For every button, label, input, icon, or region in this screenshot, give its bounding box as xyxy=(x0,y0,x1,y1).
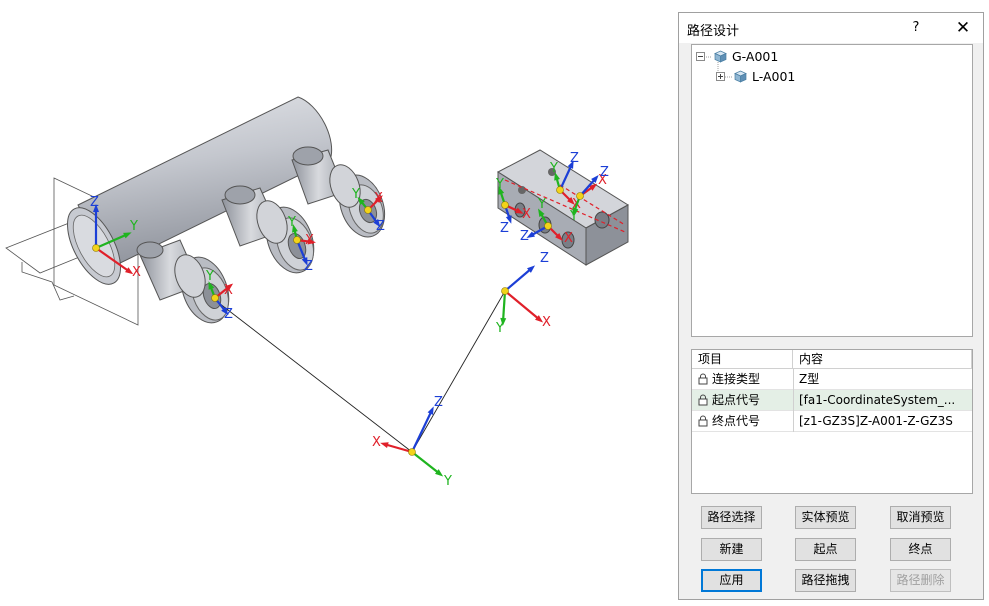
origin-point-icon xyxy=(544,222,552,230)
grid-cell-value[interactable]: [fa1-CoordinateSystem_... xyxy=(799,390,969,410)
origin-point-icon xyxy=(501,287,509,295)
y-axis-label: Y xyxy=(569,209,578,224)
assembly-cube-icon xyxy=(714,50,727,63)
z-axis-label: Z xyxy=(376,219,385,234)
x-axis-label: X xyxy=(564,231,573,246)
x-axis-label: X xyxy=(542,315,551,330)
grid-row[interactable]: 连接类型 Z型 xyxy=(692,369,972,390)
path-tree[interactable]: G-A001 L-A001 xyxy=(691,44,973,337)
x-axis-label: X xyxy=(224,283,233,298)
grid-cell-value[interactable]: Z型 xyxy=(799,369,969,389)
path-design-dialog: 路径设计 ? ✕ G-A001 L-A001 项目 内容 连接类型 Z型 起点代… xyxy=(678,12,984,600)
z-axis-label: Z xyxy=(570,151,579,166)
new-button[interactable]: 新建 xyxy=(701,538,762,561)
grid-cell-name: 终点代号 xyxy=(712,414,761,428)
dialog-title: 路径设计 xyxy=(687,24,740,39)
coordinate-triad: X Y Z xyxy=(372,395,452,489)
tree-label-root: G-A001 xyxy=(732,49,779,64)
start-point-button[interactable]: 起点 xyxy=(795,538,856,561)
3d-viewport[interactable]: XYZXYZXYZXYZXYZXYZXYZXYZXYZXYZ xyxy=(0,0,676,606)
end-point-button[interactable]: 终点 xyxy=(890,538,951,561)
grid-cell-value[interactable]: [z1-GZ3S]Z-A001-Z-GZ3S xyxy=(799,411,969,431)
z-axis-label: Z xyxy=(500,221,509,236)
x-axis-label: X xyxy=(372,435,381,450)
z-axis-label: Z xyxy=(434,395,443,410)
x-axis-label: X xyxy=(305,233,314,248)
origin-point-icon xyxy=(92,244,100,252)
y-axis-arrow xyxy=(501,290,507,323)
property-grid[interactable]: 项目 内容 连接类型 Z型 起点代号 [fa1-CoordinateSystem… xyxy=(691,349,973,494)
coordinate-triad: X Y Z xyxy=(495,251,551,336)
origin-point-icon xyxy=(408,448,416,456)
grid-row[interactable]: 终点代号 [z1-GZ3S]Z-A001-Z-GZ3S xyxy=(692,411,972,432)
z-axis-label: Z xyxy=(90,195,99,210)
origin-point-icon xyxy=(576,192,584,200)
x-axis-arrow xyxy=(504,290,541,321)
z-axis-arrow xyxy=(411,409,433,453)
y-axis-label: Y xyxy=(495,321,504,336)
x-axis-label: X xyxy=(522,207,531,222)
grid-cell-name: 起点代号 xyxy=(712,393,761,407)
z-axis-label: Z xyxy=(520,229,529,244)
x-axis-label: X xyxy=(132,265,141,280)
y-axis-label: Y xyxy=(205,269,214,284)
y-axis-label: Y xyxy=(549,161,558,176)
nozzle-1 xyxy=(136,239,230,324)
assembly-cube-icon xyxy=(734,70,747,83)
solid-preview-button[interactable]: 实体预览 xyxy=(795,506,856,529)
lock-icon xyxy=(698,394,708,406)
apply-button[interactable]: 应用 xyxy=(701,569,762,592)
z-axis-label: Z xyxy=(600,165,609,180)
y-axis-arrow xyxy=(411,451,441,475)
column-header-content[interactable]: 内容 xyxy=(793,350,972,369)
lock-icon xyxy=(698,415,708,427)
y-axis-label: Y xyxy=(287,215,296,230)
column-divider xyxy=(793,369,794,432)
grid-row[interactable]: 起点代号 [fa1-CoordinateSystem_... xyxy=(692,390,972,411)
y-axis-label: Y xyxy=(129,219,138,234)
z-axis-label: Z xyxy=(304,259,313,274)
z-axis-label: Z xyxy=(224,307,233,322)
collapse-icon[interactable] xyxy=(696,52,705,61)
y-axis-label: Y xyxy=(351,187,360,202)
z-arrowhead-icon xyxy=(427,406,434,415)
y-axis-label: Y xyxy=(537,197,546,212)
x-axis-arrow xyxy=(383,442,413,454)
origin-point-icon xyxy=(556,186,564,194)
x-axis-label: X xyxy=(374,191,383,206)
cancel-preview-button[interactable]: 取消预览 xyxy=(890,506,951,529)
z-axis-arrow xyxy=(504,267,533,292)
y-axis-label: Y xyxy=(495,177,504,192)
path-delete-button: 路径删除 xyxy=(890,569,951,592)
path-select-button[interactable]: 路径选择 xyxy=(701,506,762,529)
grid-cell-name: 连接类型 xyxy=(712,372,761,386)
dialog-titlebar: 路径设计 ? ✕ xyxy=(679,13,983,43)
origin-point-icon xyxy=(293,236,301,244)
y-axis-label: Y xyxy=(443,474,452,489)
close-button[interactable]: ✕ xyxy=(951,16,975,40)
tree-label-child: L-A001 xyxy=(752,69,796,84)
origin-point-icon xyxy=(211,294,219,302)
lock-icon xyxy=(698,373,708,385)
help-button[interactable]: ? xyxy=(905,17,927,39)
z-axis-label: Z xyxy=(540,251,549,266)
path-drag-button[interactable]: 路径拖拽 xyxy=(795,569,856,592)
column-header-item[interactable]: 项目 xyxy=(692,350,793,369)
x-arrowhead-icon xyxy=(380,442,389,448)
origin-point-icon xyxy=(501,201,509,209)
route-lines xyxy=(214,290,506,453)
expand-icon[interactable] xyxy=(716,72,725,81)
origin-point-icon xyxy=(364,206,372,214)
